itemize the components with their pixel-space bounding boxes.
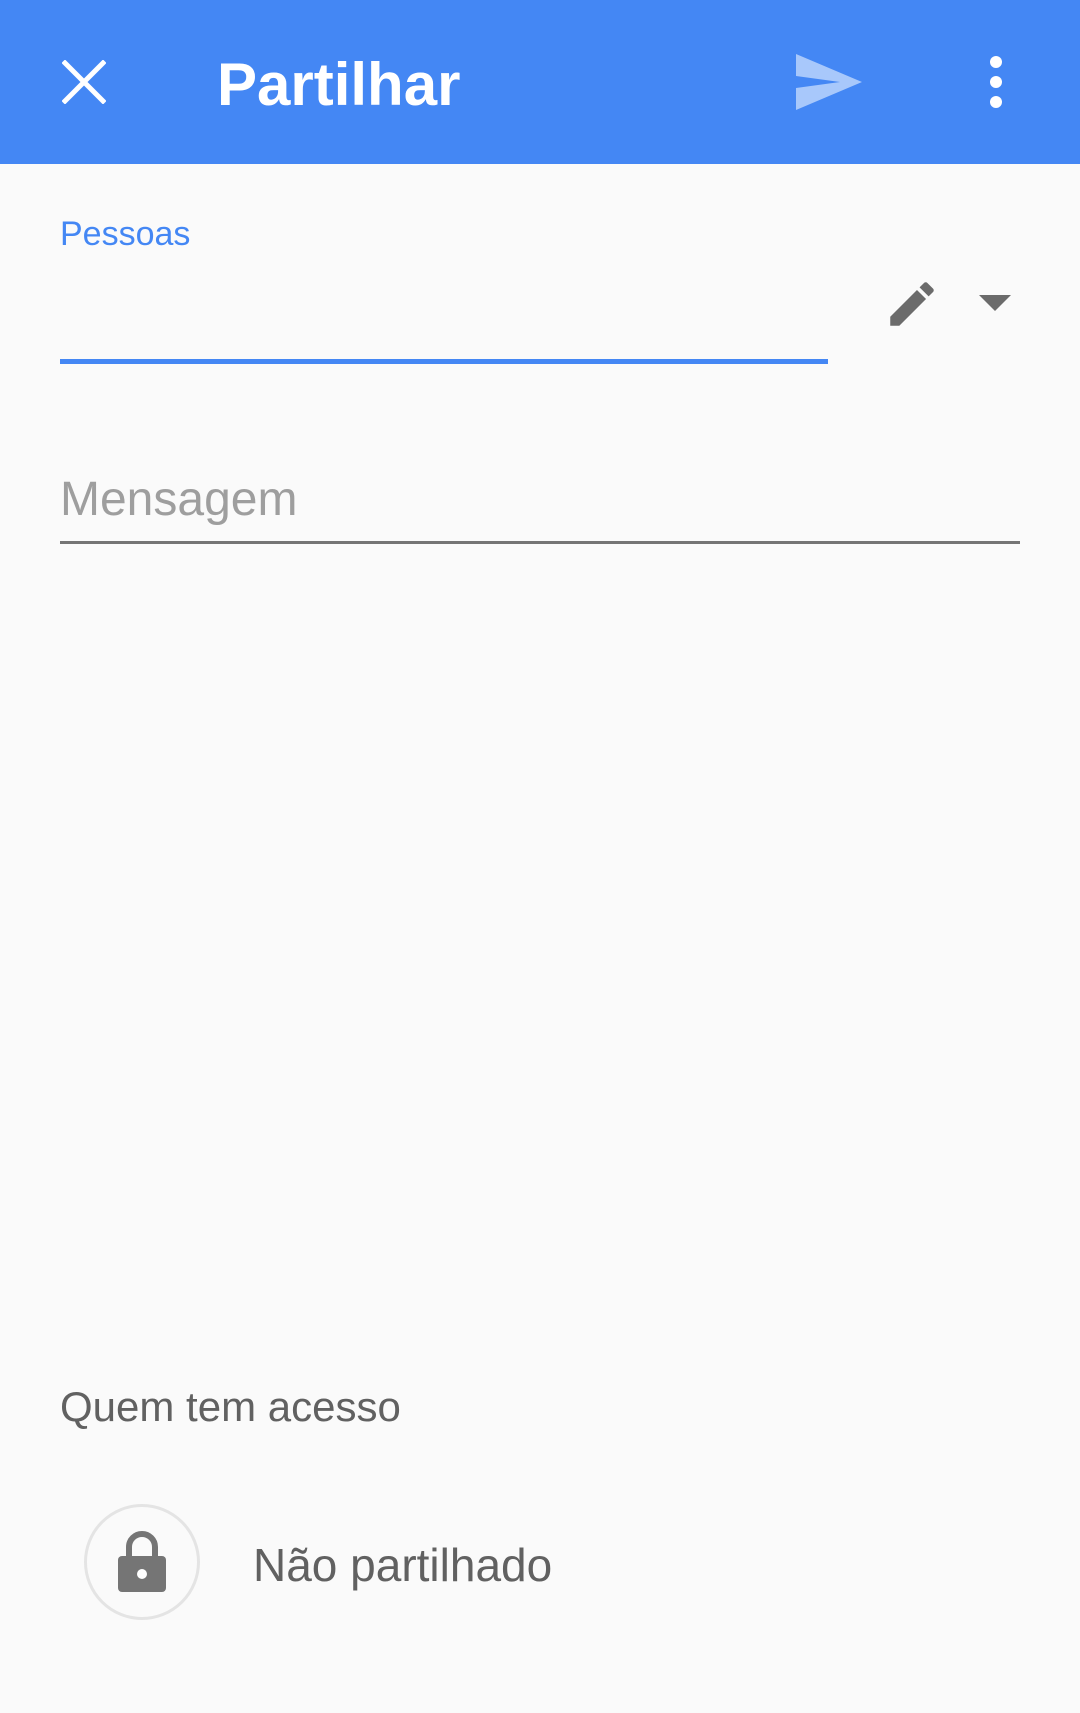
- send-button[interactable]: [784, 42, 874, 122]
- people-field-label: Pessoas: [60, 215, 191, 253]
- access-heading: Quem tem acesso: [60, 1383, 401, 1430]
- arrow-drop-down-icon: [979, 295, 1011, 311]
- send-icon: [796, 54, 862, 110]
- people-input[interactable]: [60, 260, 828, 364]
- page-title: Partilhar: [217, 51, 461, 118]
- pencil-icon: [890, 282, 934, 326]
- access-status-label: Não partilhado: [253, 1539, 553, 1591]
- message-input[interactable]: [60, 458, 1020, 544]
- edit-permission-button[interactable]: [870, 262, 954, 346]
- close-button[interactable]: [44, 42, 124, 122]
- lock-avatar: [84, 1504, 200, 1620]
- permission-dropdown-button[interactable]: [960, 270, 1030, 336]
- more-options-button[interactable]: [956, 42, 1036, 122]
- more-vert-icon: [990, 56, 1002, 108]
- access-status-row[interactable]: Não partilhado: [60, 1498, 1020, 1632]
- close-icon: [62, 60, 106, 104]
- app-bar: Partilhar: [0, 0, 1080, 164]
- lock-icon: [118, 1531, 166, 1592]
